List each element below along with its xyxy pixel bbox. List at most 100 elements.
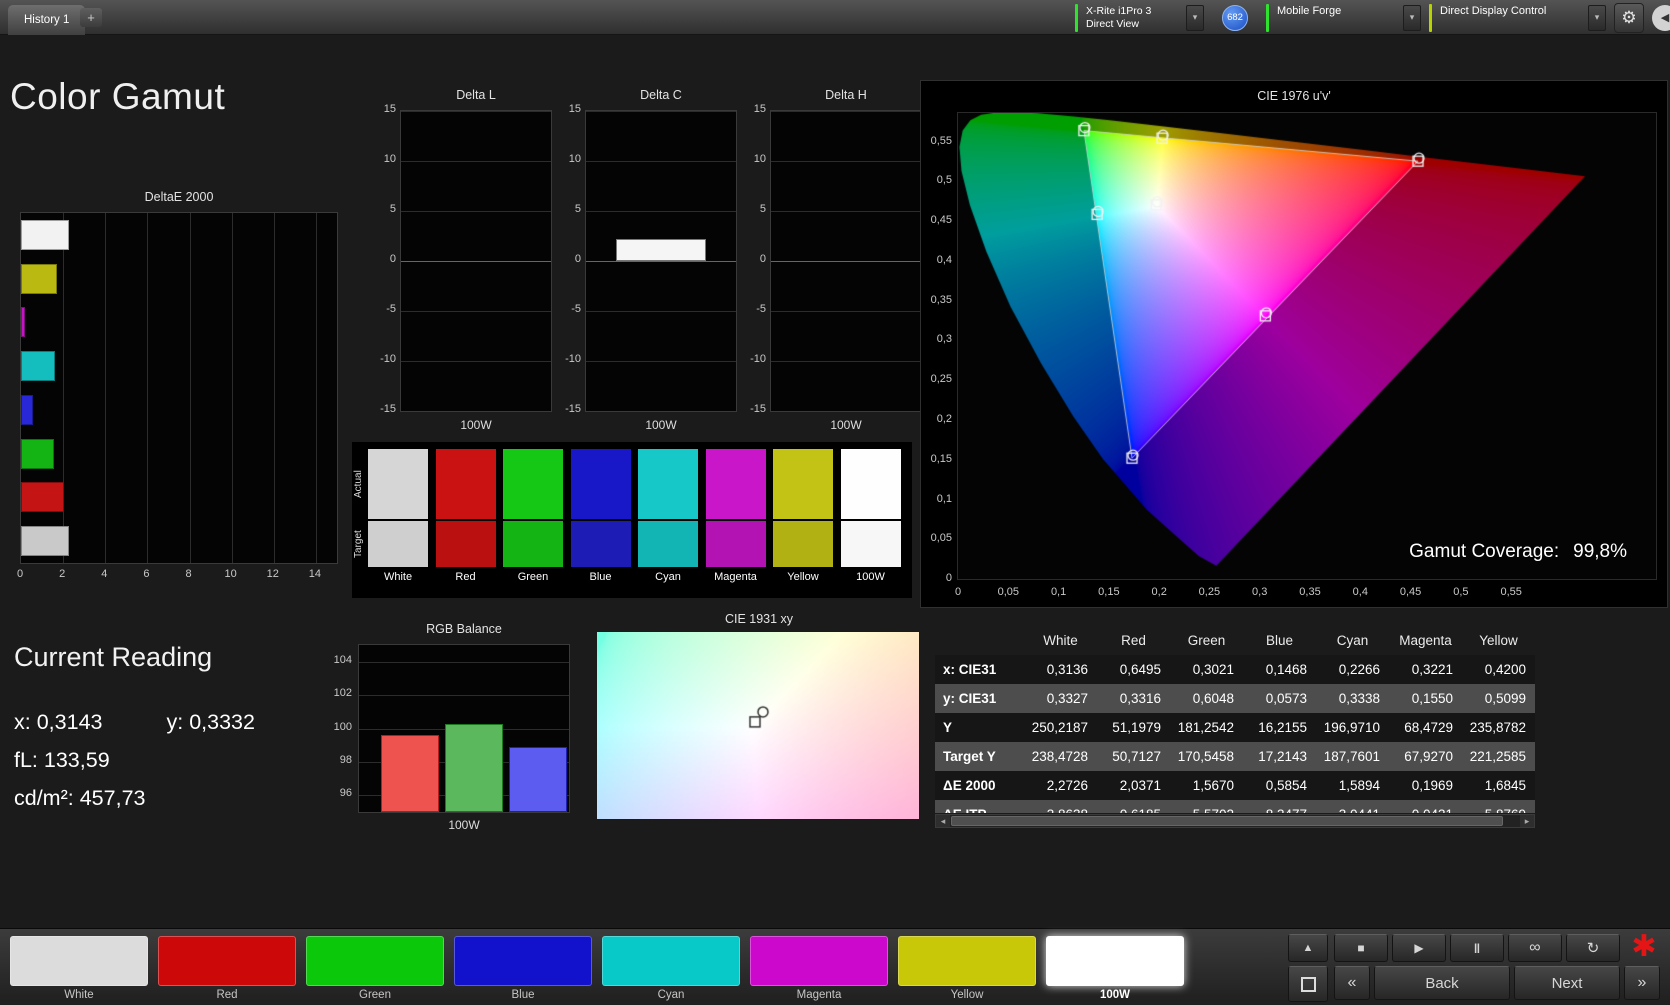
delta-h-y-axis: 15 10 5 0 -5 -10 -15 — [742, 103, 768, 415]
patch-button-yellow[interactable]: Yellow — [898, 936, 1036, 1001]
source-dropdown-button[interactable]: ▾ — [1403, 4, 1421, 31]
rgb-bar-green — [445, 723, 503, 812]
patch-label: White — [64, 989, 94, 1001]
meter-selector[interactable]: X-Rite i1Pro 3 Direct View — [1086, 5, 1178, 31]
swatch-target-blue — [570, 521, 631, 567]
rgb-balance-plot — [358, 644, 570, 813]
axis-tick-label: 0,1 — [1050, 586, 1067, 598]
axis-tick-label: 0,05 — [997, 586, 1019, 598]
display-control-selector[interactable]: Direct Display Control — [1440, 0, 1580, 17]
axis-tick-label: 0,55 — [930, 134, 952, 147]
swatch-target-magenta — [705, 521, 766, 567]
table-cell: 250,2187 — [1031, 720, 1088, 735]
deltae-bar-blue — [21, 394, 34, 425]
deltae-bar-100w — [21, 526, 69, 557]
axis-tick-label: 0,4 — [1352, 586, 1368, 598]
rgb-balance-chart: RGB Balance 104 102 100 98 96 100W — [328, 620, 580, 835]
skip-next-button[interactable]: » — [1624, 966, 1660, 1000]
display-control-dropdown-button[interactable]: ▾ — [1588, 4, 1606, 31]
patch-color-swatch — [454, 936, 592, 986]
swatch-actual-cyan — [638, 449, 698, 519]
table-cell: 170,5458 — [1177, 749, 1234, 764]
swatch-target-yellow — [773, 521, 833, 567]
swatch-target-100w — [840, 521, 901, 567]
gridline — [586, 411, 736, 412]
patch-label: Green — [359, 989, 391, 1001]
axis-tick-label: 5 — [389, 203, 396, 215]
current-reading-fl-label: fL: — [14, 748, 38, 772]
table-cell: 235,8782 — [1469, 720, 1526, 735]
play-button[interactable]: ▶ — [1392, 934, 1446, 962]
patch-button-white[interactable]: White — [10, 936, 148, 1001]
swatch-actual-blue — [570, 449, 631, 519]
source-selector[interactable]: Mobile Forge — [1277, 0, 1395, 17]
deltae-bar-cyan — [21, 351, 55, 382]
patch-label: Yellow — [950, 989, 984, 1001]
pause-button[interactable]: ‖ — [1450, 934, 1504, 962]
axis-tick-label: 6 — [143, 568, 150, 580]
table-row: Y 250,2187 51,1979 181,2542 16,2155 196,9710 6… — [935, 713, 1535, 742]
patch-button-blue[interactable]: Blue — [454, 936, 592, 1001]
table-cell: 0,0431 — [1389, 800, 1462, 813]
table-cell: 181,2542 — [1177, 720, 1234, 735]
axis-tick-label: 10 — [383, 153, 396, 165]
patch-button-100w[interactable]: 100W — [1046, 936, 1184, 1001]
scrollbar-thumb[interactable] — [951, 816, 1503, 826]
axis-tick-label: 15 — [568, 103, 581, 115]
add-tab-button[interactable]: + — [80, 8, 102, 27]
scroll-patches-up-button[interactable]: ▲ — [1288, 934, 1328, 962]
delta-c-plot — [585, 110, 737, 412]
meter-dropdown-button[interactable]: ▾ — [1186, 4, 1204, 31]
page-title: Color Gamut — [10, 76, 226, 117]
scroll-left-button[interactable]: ◂ — [936, 815, 950, 827]
axis-tick-label: 2 — [59, 568, 66, 580]
stop-button[interactable]: ■ — [1334, 934, 1388, 962]
axis-tick-label: -10 — [380, 353, 396, 365]
current-reading-cd-value: 457,73 — [79, 786, 146, 810]
patch-button-green[interactable]: Green — [306, 936, 444, 1001]
gridline — [147, 213, 149, 563]
double-chevron-right-icon: » — [1637, 974, 1647, 991]
gridline — [586, 211, 736, 212]
collapse-panel-button[interactable]: ◀ — [1652, 4, 1670, 31]
axis-tick-label: 0,15 — [930, 452, 952, 465]
refresh-button[interactable]: ↻ — [1566, 934, 1620, 962]
current-reading-x-label: x: — [14, 710, 31, 734]
cie1976-y-axis: 0 0,05 0,1 0,15 0,2 0,25 0,3 0,35 0,4 0,45 0,5 0,55 — [921, 81, 954, 601]
settings-gear-button[interactable]: ⚙ — [1614, 2, 1644, 33]
table-cell: 0,4200 — [1484, 662, 1526, 677]
patch-button-red[interactable]: Red — [158, 936, 296, 1001]
history-tab[interactable]: History 1 — [8, 5, 86, 35]
patch-button-cyan[interactable]: Cyan — [602, 936, 740, 1001]
gridline — [401, 411, 551, 412]
infinity-icon: ∞ — [1529, 939, 1541, 956]
skip-back-button[interactable]: « — [1334, 966, 1370, 1000]
table-horizontal-scrollbar[interactable]: ◂ ▸ — [935, 814, 1535, 828]
table-row-label: Y — [943, 720, 953, 735]
axis-tick-label: 104 — [333, 653, 352, 666]
table-cell: 2,0371 — [1119, 778, 1161, 793]
scroll-right-button[interactable]: ▸ — [1520, 815, 1534, 827]
delta-l-x-label: 100W — [460, 418, 492, 432]
axis-tick-label: -10 — [750, 353, 766, 365]
blank-display-button[interactable] — [1288, 966, 1328, 1002]
cie1931-diagram — [597, 632, 919, 819]
next-button[interactable]: Next — [1514, 966, 1620, 1000]
current-reading-cdm2: cd/m²: 457,73 — [14, 786, 145, 811]
deltae-bar-white — [21, 219, 69, 250]
patch-button-magenta[interactable]: Magenta — [750, 936, 888, 1001]
table-cell: 3,8638 — [1024, 800, 1097, 813]
delta-h-chart: Delta H 15 10 5 0 -5 -10 -15 100W — [742, 88, 928, 440]
gridline — [105, 213, 107, 563]
notification-asterisk-icon[interactable]: ✱ — [1624, 930, 1664, 964]
meter-status-indicator — [1075, 3, 1078, 32]
continuous-read-button[interactable]: ∞ — [1508, 934, 1562, 962]
back-button[interactable]: Back — [1374, 966, 1510, 1000]
meter-reads-badge: 682 — [1222, 4, 1248, 31]
axis-tick-label: 10 — [224, 568, 237, 580]
current-reading-y-value: 0,3332 — [189, 710, 255, 734]
gear-icon: ⚙ — [1621, 7, 1637, 27]
chevron-down-icon: ▾ — [1409, 12, 1415, 22]
cie1976-plot — [957, 112, 1657, 580]
cie1931-chart: CIE 1931 xy — [594, 610, 924, 825]
